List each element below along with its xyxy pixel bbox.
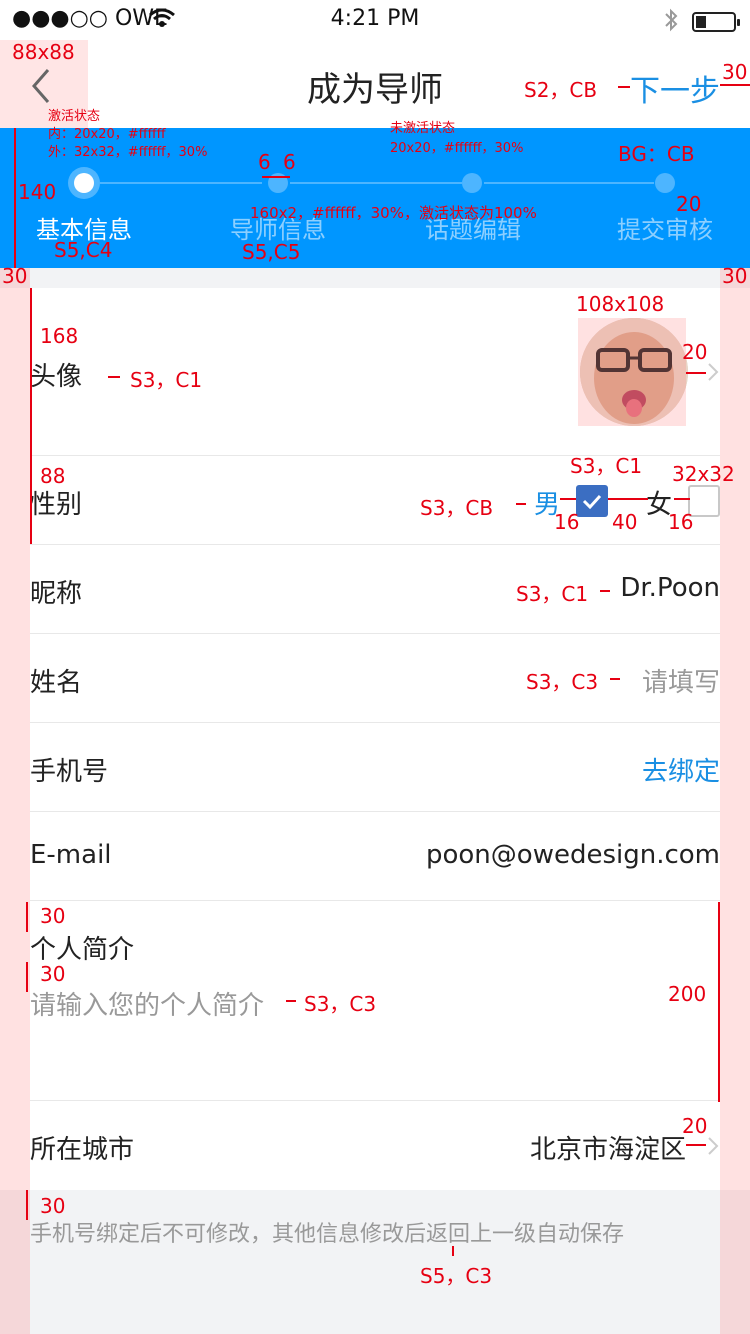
annotation-gap40: 40 <box>612 510 638 534</box>
annotation-chev-gap: 20 <box>682 340 708 364</box>
step-connector <box>484 182 654 184</box>
annotation-bio-spec: S3，C3 <box>304 992 377 1016</box>
next-step-button[interactable]: 下一步 <box>630 66 720 110</box>
annotation-gap-b: 6 <box>283 150 296 174</box>
nickname-label: 昵称 <box>30 579 83 609</box>
step-dot-active <box>68 167 100 199</box>
annotation-bio-mid: 30 <box>40 962 66 986</box>
annotation-step-bottom: 20 <box>676 192 702 216</box>
email-row[interactable]: E-mail poon@owedesign.com <box>30 812 720 901</box>
annotation-nickname-spec: S3，C1 <box>516 582 589 606</box>
email-label: E-mail <box>30 840 112 870</box>
annotation-check-size: 32x32 <box>672 462 735 486</box>
step-connector <box>100 182 262 184</box>
annotation-foot-top: 30 <box>40 1194 66 1218</box>
annotation-gender-value-spec: S3，C1 <box>570 454 643 478</box>
city-label: 所在城市 <box>30 1135 135 1165</box>
annotation-bio-top: 30 <box>40 904 66 928</box>
annotation-step2-spec: S5,C5 <box>242 240 301 264</box>
bio-label: 个人简介 <box>30 935 135 965</box>
footnote-text: 手机号绑定后不可修改，其他信息修改后返回上一级自动保存 <box>30 1222 625 1247</box>
step-connector <box>290 182 462 184</box>
step-dot <box>655 173 675 193</box>
annotation-avatar-size: 108x108 <box>576 292 665 316</box>
avatar-label: 头像 <box>30 362 83 392</box>
annotation-gap16a: 16 <box>554 510 580 534</box>
phone-label: 手机号 <box>30 757 109 787</box>
annotation-name-spec: S3，C3 <box>526 670 599 694</box>
annotation-active-outer: 外：32x32，#ffffff，30% <box>48 145 208 160</box>
annotation-gap16b: 16 <box>668 510 694 534</box>
bind-phone-link[interactable]: 去绑定 <box>642 751 720 788</box>
name-label: 姓名 <box>30 668 83 698</box>
annotation-inactive-dot: 20x20，#ffffff，30% <box>390 141 524 156</box>
phone-row: 手机号 去绑定 <box>30 723 720 812</box>
name-input[interactable]: 请填写 <box>642 662 720 699</box>
checkmark-icon <box>582 494 602 510</box>
margin-guide-right <box>720 268 750 1334</box>
annotation-back-size: 88x88 <box>12 40 75 64</box>
city-value[interactable]: 北京市海淀区 <box>530 1129 686 1166</box>
city-row[interactable]: 所在城市 北京市海淀区 <box>30 1101 720 1190</box>
annotation-row168: 168 <box>40 324 79 348</box>
annotation-steps-height: 140 <box>18 180 57 204</box>
nickname-row[interactable]: 昵称 Dr.Poon <box>30 545 720 634</box>
annotation-bio-height: 200 <box>668 982 707 1006</box>
nickname-value[interactable]: Dr.Poon <box>620 573 720 603</box>
annotation-row88: 88 <box>40 464 66 488</box>
annotation-avatar-label-spec: S3，C1 <box>130 368 203 392</box>
nav-bar: 成为导师 下一步 <box>0 40 750 128</box>
annotation-city-gap: 20 <box>682 1114 708 1138</box>
bluetooth-icon <box>664 8 678 36</box>
avatar-size-guide <box>578 318 686 426</box>
email-value[interactable]: poon@owedesign.com <box>426 840 720 870</box>
annotation-gender-male-spec: S3，CB <box>420 496 494 520</box>
annotation-step1-spec: S5,C4 <box>54 238 113 262</box>
annotation-bg: BG：CB <box>618 142 695 166</box>
annotation-inactive-title: 未激活状态 <box>390 121 456 136</box>
annotation-line-spec: 160x2，#ffffff，30%，激活状态为100% <box>250 204 537 222</box>
annotation-active-title: 激活状态 <box>48 109 101 124</box>
annotation-gap-a: 6 <box>258 150 271 174</box>
gender-label: 性别 <box>30 490 83 520</box>
step-dot <box>462 173 482 193</box>
status-bar: ●●●○○ OWE 4:21 PM <box>0 0 750 40</box>
annotation-right-margin-2: 30 <box>722 264 748 288</box>
annotation-active-inner: 内：20x20，#ffffff <box>48 127 166 142</box>
margin-guide-left <box>0 268 30 1334</box>
battery-icon <box>692 12 740 32</box>
annotation-left-margin: 30 <box>2 264 28 288</box>
annotation-title-spec: S2，CB <box>524 78 598 102</box>
chevron-right-icon <box>708 363 719 381</box>
annotation-foot-spec: S5，C3 <box>420 1264 493 1288</box>
step-label-submit: 提交审核 <box>617 216 713 244</box>
gender-male-checkbox[interactable] <box>576 485 608 517</box>
bio-textarea[interactable]: 请输入您的个人简介 <box>30 985 264 1022</box>
chevron-right-icon <box>708 1137 719 1155</box>
annotation-right-margin: 30 <box>722 60 748 84</box>
clock-text: 4:21 PM <box>330 6 420 31</box>
